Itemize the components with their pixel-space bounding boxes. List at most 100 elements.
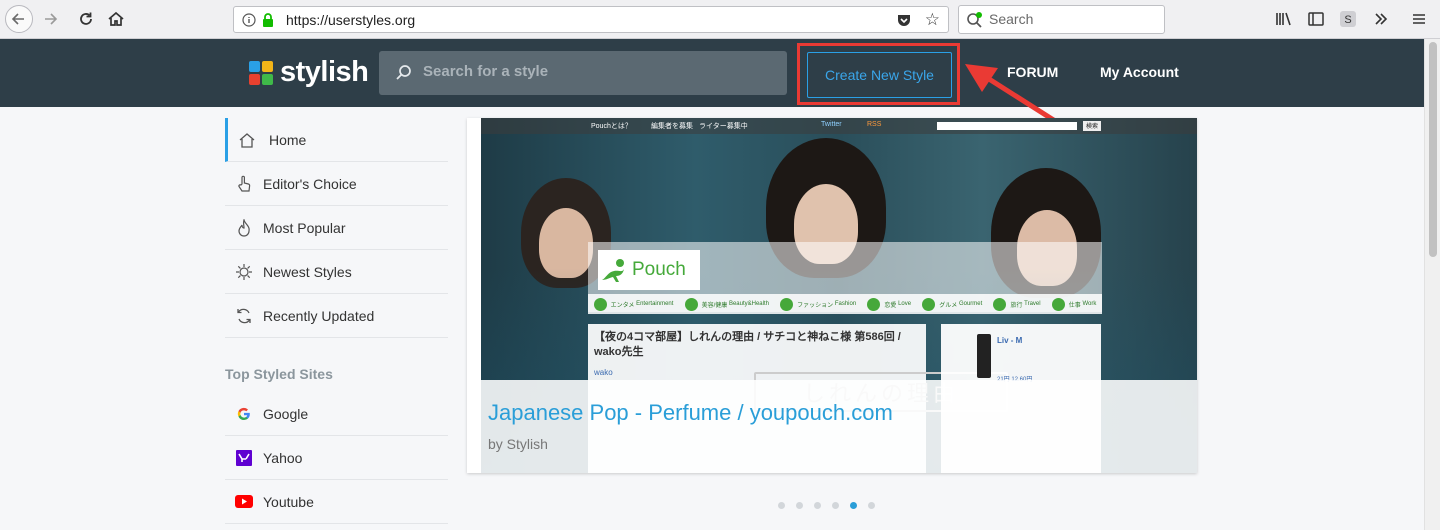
home-button[interactable] <box>102 5 130 33</box>
browser-toolbar: https://userstyles.org ••• ☆ S <box>0 0 1440 39</box>
preview-link: Pouchとは？ <box>591 123 632 130</box>
stylish-extension-button[interactable]: S <box>1337 6 1359 32</box>
library-icon <box>1276 12 1291 26</box>
forum-link[interactable]: FORUM <box>1007 64 1058 80</box>
style-search-box[interactable] <box>379 51 787 95</box>
preview-category: ファッション Fashion <box>780 297 856 311</box>
arrow-right-icon <box>45 13 58 25</box>
sidebar-item-label: Editor's Choice <box>263 175 357 192</box>
style-search-input[interactable] <box>423 63 773 80</box>
preview-category: エンタメ Entertainment <box>593 297 673 311</box>
preview-link: ライター募集中 <box>699 123 748 130</box>
library-button[interactable] <box>1273 6 1295 32</box>
address-bar[interactable]: https://userstyles.org ••• ☆ <box>233 6 1031 33</box>
preview-category: 恋愛 Love <box>867 297 911 311</box>
hamburger-icon <box>1413 14 1425 24</box>
sidebar-site-label: Yahoo <box>263 449 303 466</box>
sidebar-item-label: Recently Updated <box>263 307 375 324</box>
refresh-icon <box>235 307 253 325</box>
site-header: stylish Create New Style FORUM My Accoun… <box>0 39 1424 107</box>
flame-icon <box>235 218 253 237</box>
featured-style-author: by Stylish <box>488 436 548 452</box>
preview-search-field <box>937 122 1077 130</box>
sidebar-site-youtube[interactable]: Youtube <box>225 480 448 524</box>
top-styled-sites-heading: Top Styled Sites <box>225 366 333 382</box>
slider-caption: Japanese Pop - Perfume / youpouch.com by… <box>467 380 1197 473</box>
logo-text: stylish <box>280 56 369 88</box>
google-icon <box>235 405 253 423</box>
preview-search-button: 検索 <box>1083 121 1101 131</box>
sidebar-site-google[interactable]: Google <box>225 392 448 436</box>
preview-product-image <box>977 334 991 378</box>
preview-twitter: Twitter <box>821 121 842 128</box>
reload-icon <box>80 12 92 25</box>
sparkle-icon <box>235 263 253 281</box>
scrollbar-thumb[interactable] <box>1429 42 1437 257</box>
slider-dot[interactable] <box>868 502 875 509</box>
sidebar-item-recently-updated[interactable]: Recently Updated <box>225 294 448 338</box>
preview-article-author: wako <box>594 368 613 377</box>
sidebar-toggle-button[interactable] <box>1305 6 1327 32</box>
preview-category: 旅行 Travel <box>993 297 1041 311</box>
sidebar-icon <box>1308 12 1324 26</box>
home-icon <box>238 131 256 149</box>
back-button[interactable] <box>5 5 33 33</box>
double-chevron-icon <box>1375 13 1388 25</box>
search-icon <box>396 65 411 80</box>
stylish-logo[interactable]: stylish <box>248 56 369 89</box>
create-new-style-button[interactable]: Create New Style <box>807 52 952 98</box>
bookmark-star-icon[interactable]: ☆ <box>925 10 940 30</box>
sidebar-site-label: Google <box>263 405 309 422</box>
lock-icon[interactable] <box>261 12 275 28</box>
sidebar-item-most-popular[interactable]: Most Popular <box>225 206 448 250</box>
preview-link: 編集者を募集 <box>651 123 693 130</box>
preview-article-headline: 【夜の4コマ部屋】しれんの理由 / サチコと神ねこ様 第586回 / wako先… <box>594 331 901 358</box>
youtube-icon <box>235 493 253 511</box>
featured-style-title[interactable]: Japanese Pop - Perfume / youpouch.com <box>488 400 893 426</box>
slider-dot[interactable] <box>778 502 785 509</box>
create-style-highlight: Create New Style <box>797 43 960 105</box>
sidebar-site-label: Youtube <box>263 493 314 510</box>
pocket-icon[interactable] <box>896 12 912 28</box>
preview-rss: RSS <box>867 121 882 128</box>
preview-category: グルメ Gourmet <box>922 297 982 311</box>
hamburger-menu-button[interactable] <box>1408 6 1430 32</box>
featured-style-slider[interactable]: Pouchとは？ 編集者を募集 ライター募集中 Twitter RSS 検索 P… <box>467 118 1197 473</box>
sidebar-item-newest-styles[interactable]: Newest Styles <box>225 250 448 294</box>
sidebar-item-label: Newest Styles <box>263 263 352 280</box>
kangaroo-icon <box>602 259 624 282</box>
overflow-menu-button[interactable] <box>1370 6 1392 32</box>
sidebar-item-home[interactable]: Home <box>225 118 448 162</box>
preview-ad-title: Liv - M <box>997 336 1023 345</box>
browser-search-input[interactable] <box>989 11 1159 27</box>
house-icon <box>108 11 124 26</box>
stylish-logo-icon <box>249 60 273 85</box>
forward-button[interactable] <box>36 5 64 33</box>
reload-button[interactable] <box>72 5 100 33</box>
pointer-hand-icon <box>235 175 253 193</box>
preview-category-row: エンタメ Entertainment 美容/健康 Beauty&Health フ… <box>588 294 1102 314</box>
arrow-left-icon <box>11 13 24 25</box>
page-scrollbar[interactable] <box>1424 39 1440 530</box>
pouch-logo: Pouch <box>598 250 700 290</box>
sidebar: Home Editor's Choice Most Popular Newest… <box>225 118 448 524</box>
info-icon[interactable] <box>242 13 256 27</box>
slider-dot-active[interactable] <box>850 502 857 509</box>
slider-dot[interactable] <box>832 502 839 509</box>
preview-category: 仕事 Work <box>1051 297 1096 311</box>
sidebar-item-editors-choice[interactable]: Editor's Choice <box>225 162 448 206</box>
sidebar-item-label: Home <box>269 131 307 148</box>
stylish-s-icon: S <box>1340 11 1356 27</box>
slider-dot[interactable] <box>796 502 803 509</box>
pouch-brand-text: Pouch <box>632 259 686 280</box>
sidebar-site-yahoo[interactable]: Yahoo <box>225 436 448 480</box>
sidebar-item-label: Most Popular <box>263 219 346 236</box>
preview-category: 美容/健康 Beauty&Health <box>684 297 769 311</box>
browser-search-box[interactable] <box>958 5 1165 34</box>
url-text[interactable]: https://userstyles.org <box>286 12 415 28</box>
search-engine-icon <box>967 12 982 28</box>
my-account-link[interactable]: My Account <box>1100 64 1179 80</box>
preview-top-strip: Pouchとは？ 編集者を募集 ライター募集中 Twitter RSS 検索 <box>481 118 1197 134</box>
slider-pagination <box>778 502 886 509</box>
slider-dot[interactable] <box>814 502 821 509</box>
